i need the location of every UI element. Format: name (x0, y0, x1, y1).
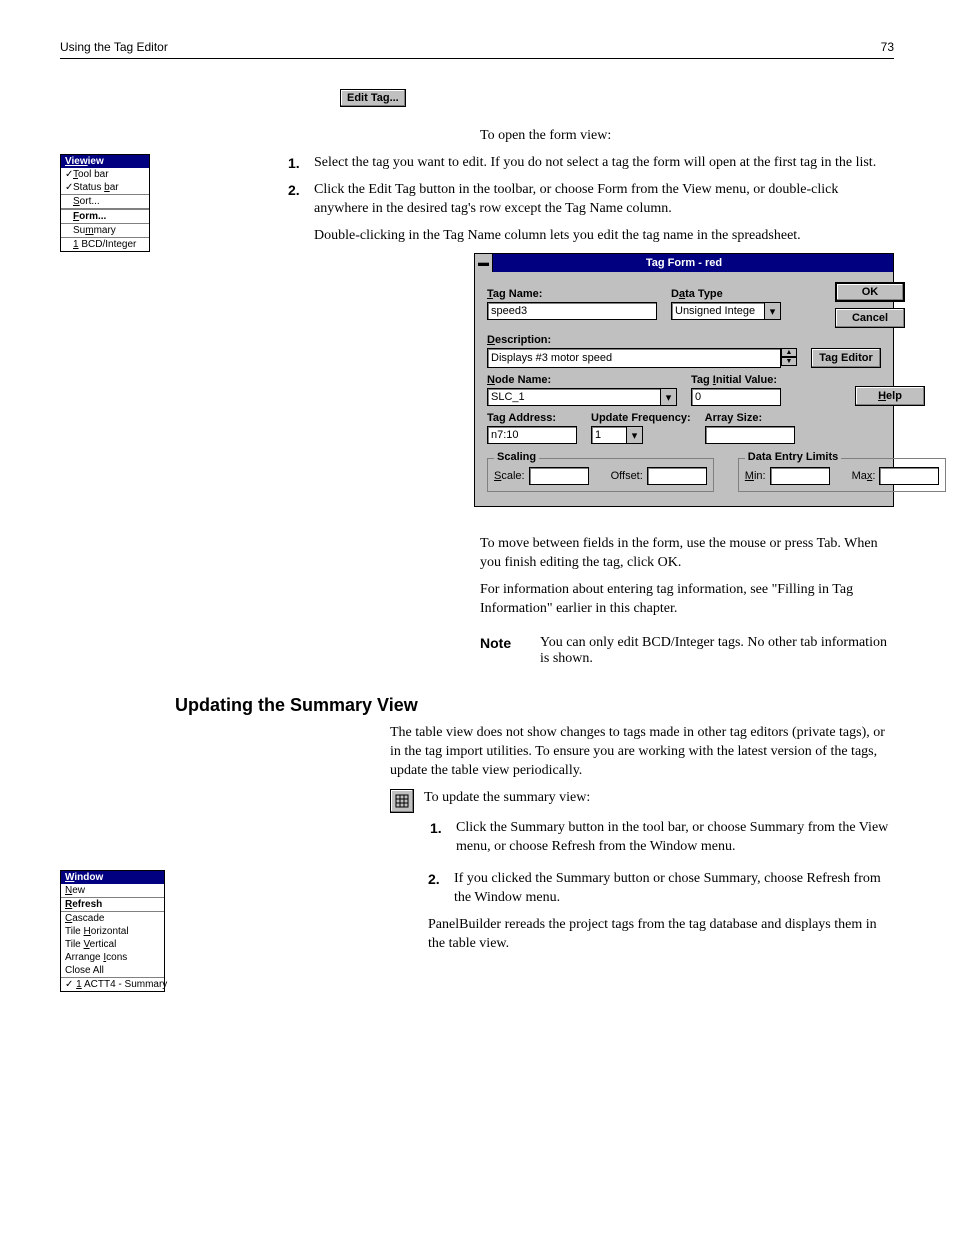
chevron-down-icon[interactable]: ▾ (661, 388, 677, 406)
max-field[interactable] (879, 467, 939, 485)
grp-scaling: Scaling (494, 451, 539, 463)
final-para: PanelBuilder rereads the project tags fr… (428, 916, 894, 954)
view-menu-bcd[interactable]: 1 BCD/Integer (61, 238, 149, 251)
header-right: 73 (881, 40, 894, 54)
lbl-arraysize: Array Size: (705, 412, 855, 424)
tag-address-field[interactable] (487, 426, 577, 444)
view-menu-toolbar[interactable]: ✓Tool bar (61, 168, 149, 181)
window-menu-arrange[interactable]: Arrange Icons (61, 951, 164, 964)
section-heading: Updating the Summary View (175, 695, 894, 716)
view-menu-summary[interactable]: Summary (61, 224, 149, 237)
header-rule (60, 58, 894, 59)
view-menu-title: Viewiew (61, 155, 149, 168)
sum-step2-text: If you clicked the Summary button or cho… (454, 870, 894, 908)
lbl-tagname: Tag Name: (487, 288, 657, 300)
update-freq-select[interactable]: ▾ (591, 426, 643, 444)
lbl-datatype: Data Type (671, 288, 821, 300)
header-left: Using the Tag Editor (60, 40, 168, 54)
lbl-scale: Scale: (494, 470, 525, 482)
view-menu-statusbar[interactable]: ✓Status bar (61, 181, 149, 194)
step-1-num: 1. (288, 154, 314, 173)
tag-editor-button[interactable]: Tag Editor (811, 348, 881, 368)
edit-tag-toolbar-button[interactable]: Edit Tag... (340, 89, 406, 107)
scroll-up-icon[interactable]: ▲ (781, 348, 797, 357)
lbl-updatefreq: Update Frequency: (591, 412, 691, 424)
window-menu-doc[interactable]: ✓ 1 ACTT4 - Summary (61, 978, 164, 991)
help-button[interactable]: Help (855, 386, 925, 406)
dialog-title: Tag Form - red (493, 257, 893, 269)
summary-p1: The table view does not show changes to … (390, 724, 894, 781)
after-p2: For information about entering tag infor… (480, 581, 894, 619)
note-body: You can only edit BCD/Integer tags. No o… (540, 635, 894, 667)
step-2-num: 2. (288, 181, 314, 219)
initial-value-field[interactable] (691, 388, 781, 406)
lbl-min: Min: (745, 470, 766, 482)
note-label: Note (480, 635, 520, 667)
lbl-tagaddress: Tag Address: (487, 412, 577, 424)
window-menu-new[interactable]: New (61, 884, 164, 897)
lbl-description: Description: (487, 334, 797, 346)
min-field[interactable] (770, 467, 830, 485)
node-name-select[interactable]: ▾ (487, 388, 677, 406)
intro-lead: To open the form view: (480, 127, 894, 146)
chevron-down-icon[interactable]: ▾ (627, 426, 643, 444)
sum-step2-num: 2. (428, 870, 454, 908)
lbl-nodename: Node Name: (487, 374, 677, 386)
summary-toolbar-icon[interactable] (390, 789, 414, 813)
data-type-value (671, 302, 765, 320)
window-menu-closeall[interactable]: Close All (61, 964, 164, 977)
after-p1: To move between fields in the form, use … (480, 535, 894, 573)
view-menu-sort[interactable]: Sort... (61, 195, 149, 208)
grp-limits: Data Entry Limits (745, 451, 841, 463)
grid-icon (395, 794, 409, 808)
array-size-field[interactable] (705, 426, 795, 444)
system-menu-icon[interactable]: ▬ (475, 254, 493, 272)
cancel-button[interactable]: Cancel (835, 308, 905, 328)
window-menu-title: Window (61, 871, 164, 884)
summary-p2: To update the summary view: (424, 789, 894, 808)
step-2-text: Click the Edit Tag button in the toolbar… (314, 181, 894, 219)
chevron-down-icon[interactable]: ▾ (765, 302, 781, 320)
window-menu-tile-v[interactable]: Tile Vertical (61, 938, 164, 951)
scale-field[interactable] (529, 467, 589, 485)
step-2-note: Double-clicking in the Tag Name column l… (314, 227, 894, 246)
node-name-value (487, 388, 661, 406)
sum-step1-text: Click the Summary button in the tool bar… (456, 819, 894, 857)
description-field[interactable] (487, 348, 781, 368)
window-menu: Window New Refresh Cascade Tile Horizont… (60, 870, 165, 992)
view-menu: Viewiew ✓Tool bar ✓Status bar Sort... Fo… (60, 154, 150, 252)
tag-name-field[interactable] (487, 302, 657, 320)
window-menu-tile-h[interactable]: Tile Horizontal (61, 925, 164, 938)
sum-step1-num: 1. (430, 819, 456, 857)
window-menu-refresh[interactable]: Refresh (61, 897, 164, 912)
offset-field[interactable] (647, 467, 707, 485)
lbl-offset: Offset: (611, 470, 643, 482)
lbl-initial: Tag Initial Value: (691, 374, 841, 386)
ok-button[interactable]: OK (835, 282, 905, 302)
view-menu-form[interactable]: Form... (61, 209, 149, 224)
tag-form-dialog: ▬ Tag Form - red Tag Name: Data Type (474, 253, 894, 507)
window-menu-cascade[interactable]: Cascade (61, 912, 164, 925)
data-type-select[interactable]: ▾ (671, 302, 781, 320)
lbl-max: Max: (852, 470, 876, 482)
step-1-text: Select the tag you want to edit. If you … (314, 154, 894, 173)
scroll-down-icon[interactable]: ▼ (781, 357, 797, 366)
update-freq-value (591, 426, 627, 444)
